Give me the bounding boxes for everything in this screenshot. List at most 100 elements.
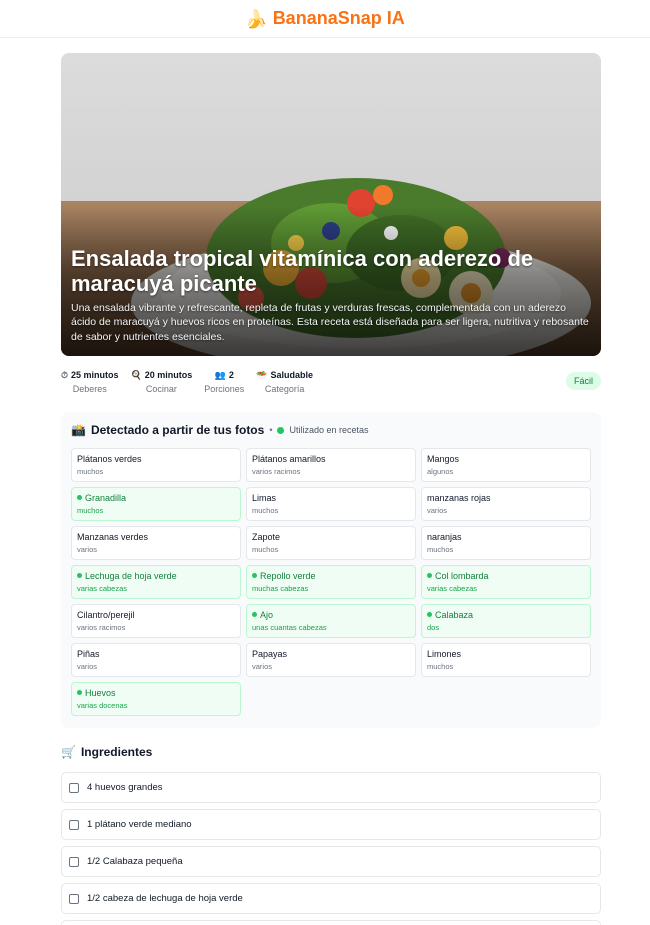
detected-item: Plátanos amarillos varios racimos <box>246 448 416 482</box>
detected-item-name: Lechuga de hoja verde <box>85 571 177 581</box>
used-legend: Utilizado en recetas <box>289 425 369 435</box>
camera-icon: 📸 <box>71 423 86 437</box>
detected-item-name: Zapote <box>252 532 281 542</box>
detected-item-name: Limones <box>427 649 462 659</box>
detected-ingredients-panel: 📸 Detectado a partir de tus fotos • Util… <box>61 412 601 728</box>
recipe-description: Una ensalada vibrante y refrescante, rep… <box>71 301 589 343</box>
ingredients-title: Ingredientes <box>80 745 153 759</box>
used-dot-icon <box>77 690 82 696</box>
people-icon: 👥 <box>214 370 226 380</box>
detected-item: Plátanos verdes muchos <box>71 448 241 482</box>
detected-item: Papayas varios <box>246 643 416 677</box>
detected-item: Mangos algunos <box>421 448 591 482</box>
ingredients-header: 🛒 Ingredientes <box>61 744 601 760</box>
detected-item-name: Huevos <box>85 688 116 698</box>
detected-item-qty: varias cabezas <box>427 584 478 593</box>
detected-grid: Plátanos verdes muchos Plátanos amarillos v… <box>71 448 591 716</box>
ingredient-row[interactable]: 1 plátano verde mediano <box>61 809 601 840</box>
meta-servings: 👥 2 Porciones <box>204 370 245 394</box>
brand-logo[interactable]: 🍌 BananaSnap IA <box>245 8 404 29</box>
timer-icon: ⏱ <box>61 370 69 380</box>
detected-item: naranjas muchos <box>421 526 591 560</box>
difficulty-badge: Fácil <box>565 372 601 390</box>
detected-item-qty: unas cuantas cabezas <box>252 623 327 632</box>
detected-item: Lechuga de hoja verde varias cabezas <box>71 565 241 599</box>
cart-icon: 🛒 <box>61 745 76 759</box>
recipe-title: Ensalada tropical vitamínica con aderezo… <box>71 245 534 296</box>
recipe-hero: Ensalada tropical vitamínica con aderezo… <box>61 53 601 356</box>
detected-item-name: naranjas <box>427 532 462 542</box>
detected-item-qty: varios <box>252 662 273 671</box>
used-indicator-dot <box>277 426 285 434</box>
detected-item-qty: muchos <box>427 545 454 554</box>
detected-item-qty: varias docenas <box>77 701 128 710</box>
recipe-meta: ⏱ 25 minutos Deberes 🍳 20 minutos Cocinar … <box>61 370 601 398</box>
recipe-container: Ensalada tropical vitamínica con aderezo… <box>61 53 601 925</box>
detected-item: Limas muchos <box>246 487 416 521</box>
brand-name: BananaSnap IA <box>272 8 405 28</box>
detected-item-name: Col lombarda <box>435 571 489 581</box>
detected-header: 📸 Detectado a partir de tus fotos • Util… <box>71 423 369 437</box>
detected-item-qty: muchas cabezas <box>252 584 309 593</box>
detected-item: Cilantro/perejil varios racimos <box>71 604 241 638</box>
detected-item-qty: muchos <box>77 506 104 515</box>
ingredient-checkbox[interactable] <box>69 819 79 830</box>
detected-item: Huevos varias docenas <box>71 682 241 716</box>
ingredients-list: 4 huevos grandes 1 plátano verde mediano 1… <box>61 772 601 925</box>
detected-item-name: Ajo <box>260 610 274 620</box>
salad-icon: 🥗 <box>256 370 268 380</box>
ingredient-checkbox[interactable] <box>69 893 79 904</box>
used-dot-icon <box>252 573 257 579</box>
ingredient-row[interactable]: 1/2 Calabaza pequeña <box>61 846 601 877</box>
detected-item: Limones muchos <box>421 643 591 677</box>
meta-prep-time: ⏱ 25 minutos Deberes <box>61 370 119 394</box>
detected-item-name: Calabaza <box>435 610 474 620</box>
detected-item: Piñas varios <box>71 643 241 677</box>
detected-item-qty: varios <box>427 506 448 515</box>
detected-item-qty: varios <box>77 662 98 671</box>
detected-item-name: Papayas <box>252 649 288 659</box>
ingredient-text: 1/2 cabeza de lechuga de hoja verde <box>87 893 243 904</box>
app-header: 🍌 BananaSnap IA <box>0 0 650 38</box>
detected-item-qty: varios racimos <box>77 623 126 632</box>
detected-item-qty: muchos <box>252 506 279 515</box>
detected-item-qty: algunos <box>427 467 454 476</box>
banana-icon: 🍌 <box>245 8 268 29</box>
used-dot-icon <box>427 573 432 579</box>
detected-item-name: Cilantro/perejil <box>77 610 135 620</box>
ingredient-text: 1/2 Calabaza pequeña <box>87 856 183 867</box>
detected-title: Detectado a partir de tus fotos <box>90 423 265 437</box>
detected-item-name: Plátanos verdes <box>77 454 142 464</box>
detected-item-name: Limas <box>252 493 277 503</box>
detected-item-name: Manzanas verdes <box>77 532 149 542</box>
used-dot-icon <box>77 573 82 579</box>
detected-item-qty: varios <box>77 545 98 554</box>
ingredient-row[interactable]: 4 huevos grandes <box>61 772 601 803</box>
detected-item-name: Repollo verde <box>260 571 316 581</box>
meta-cook-time: 🍳 20 minutos Cocinar <box>130 370 193 394</box>
ingredient-checkbox[interactable] <box>69 782 79 793</box>
pan-icon: 🍳 <box>130 370 142 380</box>
detected-item-qty: varios racimos <box>252 467 301 476</box>
detected-item-name: manzanas rojas <box>427 493 491 503</box>
detected-item-qty: varias cabezas <box>77 584 128 593</box>
detected-item-name: Plátanos amarillos <box>252 454 326 464</box>
meta-category: 🥗 Saludable Categoría <box>256 370 314 394</box>
ingredient-text: 1 plátano verde mediano <box>87 819 192 830</box>
detected-item: Ajo unas cuantas cabezas <box>246 604 416 638</box>
detected-item-qty: dos <box>427 623 440 632</box>
detected-item-name: Mangos <box>427 454 460 464</box>
hero-text: Ensalada tropical vitamínica con aderezo… <box>71 246 591 345</box>
detected-item: Manzanas verdes varios <box>71 526 241 560</box>
used-dot-icon <box>252 612 257 618</box>
ingredient-text: 4 huevos grandes <box>87 782 163 793</box>
detected-item: Zapote muchos <box>246 526 416 560</box>
detected-item-qty: muchos <box>77 467 104 476</box>
ingredient-row[interactable]: 1/2 cabeza de lechuga de hoja verde <box>61 883 601 914</box>
detected-item: Calabaza dos <box>421 604 591 638</box>
ingredient-row[interactable] <box>61 920 601 925</box>
used-dot-icon <box>427 612 432 618</box>
used-dot-icon <box>77 495 82 501</box>
detected-item-name: Granadilla <box>85 493 127 503</box>
ingredient-checkbox[interactable] <box>69 856 79 867</box>
